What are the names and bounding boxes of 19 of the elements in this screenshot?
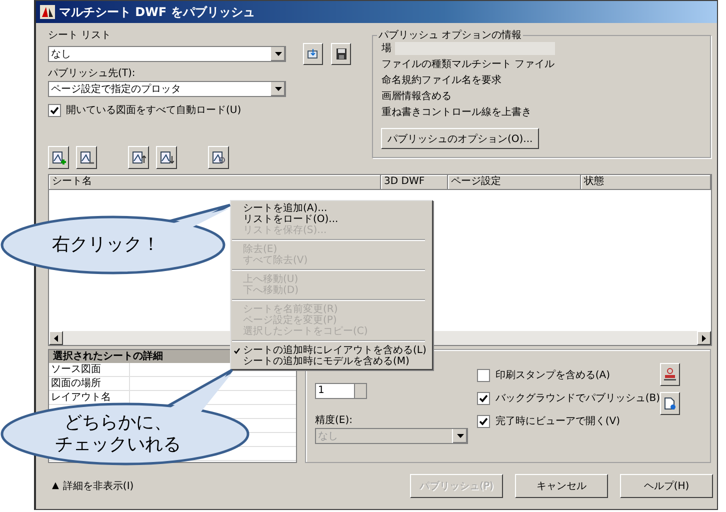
detail-label: 図面の場所 (49, 377, 130, 390)
checkbox-label: 開いている図面をすべて自動ロード(U) (66, 104, 242, 117)
detail-label: ソース図面 (49, 363, 130, 376)
window-title: マルチシート DWF をパブリッシュ (59, 4, 255, 20)
option-info: ファイルの種類マルチシート ファイル (381, 58, 555, 71)
checkbox-label: 完了時にビューアで開く(V) (495, 414, 620, 428)
option-info: 画層情報含める (381, 90, 452, 103)
field-label: パブリッシュ先(T): (48, 67, 136, 81)
option-info: 場 (381, 42, 392, 55)
group-title: パブリッシュ オプションの情報 (377, 28, 523, 42)
checkbox-label: 印刷スタンプを含める(A) (495, 368, 610, 382)
option-info: 命名規約ファイル名を要求 (381, 74, 502, 87)
callout-text: 右クリック！ (52, 234, 160, 256)
field-label: シート リスト (48, 29, 112, 43)
callout-text: チェックいれる (55, 434, 181, 456)
option-info: 重ね書きコントロール線を上書き (381, 106, 532, 119)
checkbox-label: バックグラウンドでパブリッシュ(B) (495, 392, 660, 405)
field-label: 精度(E): (315, 414, 354, 428)
callout-text: どちらかに、 (64, 412, 172, 434)
